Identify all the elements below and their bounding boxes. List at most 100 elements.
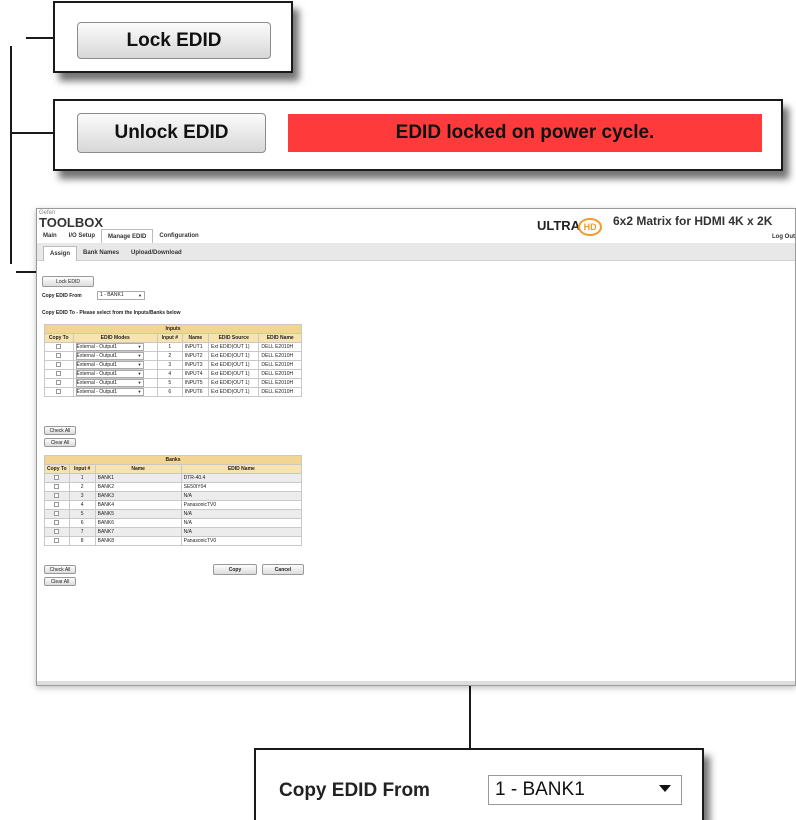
bank-edid-name: N/A — [180, 527, 303, 537]
bank-edid-name: PanasonicTV0 — [180, 500, 303, 510]
copy-edid-from-label: Copy EDID From — [279, 780, 430, 801]
edid-mode-cell: External - Output1 ▼ — [72, 342, 158, 352]
col-header: EDID Name — [180, 464, 303, 474]
copy-to-checkbox[interactable] — [56, 371, 62, 377]
copy-to-checkbox[interactable] — [54, 520, 60, 526]
copy-to-checkbox[interactable] — [54, 511, 60, 517]
inputs-check-all-button[interactable]: Check All — [44, 426, 76, 435]
copy-to-checkbox[interactable] — [54, 493, 60, 499]
tab-configuration[interactable]: Configuration — [153, 229, 204, 243]
bank-edid-name: DTR-40.4 — [180, 473, 303, 483]
copy-to-checkbox[interactable] — [54, 475, 60, 481]
copy-edid-from-select[interactable]: 1 - BANK1 — [488, 775, 682, 805]
edid-mode-cell: External - Output1 ▼ — [72, 360, 158, 370]
edid-name: DELL E2010H — [258, 342, 302, 352]
edid-source: Ext EDID(OUT 1) — [208, 342, 260, 352]
copy-to-checkbox[interactable] — [54, 502, 60, 508]
bank-number: 1 — [68, 473, 96, 483]
connector-line — [10, 132, 54, 134]
edid-mode-select[interactable]: External - Output1 ▼ — [75, 379, 144, 387]
edid-mode-value: External - Output1 — [76, 371, 118, 377]
copy-to-checkbox[interactable] — [54, 484, 60, 490]
banks-clear-all-button[interactable]: Clear All — [44, 577, 76, 586]
edid-mode-value: External - Output1 — [76, 389, 118, 395]
edid-source: Ext EDID(OUT 1) — [208, 387, 260, 397]
callout-copy-edid-from: Copy EDID From 1 - BANK1 — [254, 748, 704, 820]
copy-to-cell — [44, 518, 70, 528]
col-header: EDID Source — [208, 333, 260, 343]
copy-to-checkbox[interactable] — [56, 353, 62, 359]
unlock-edid-button[interactable]: Unlock EDID — [77, 113, 266, 153]
edid-mode-select[interactable]: External - Output1 ▼ — [75, 388, 144, 396]
edid-mode-cell: External - Output1 ▼ — [72, 387, 158, 397]
input-name: INPUT6 — [181, 387, 210, 397]
tab-main[interactable]: Main — [37, 229, 63, 243]
subtab-assign[interactable]: Assign — [43, 246, 78, 261]
copy-to-checkbox[interactable] — [56, 380, 62, 386]
horizontal-scrollbar[interactable] — [37, 681, 795, 685]
bank-name: BANK2 — [94, 482, 182, 492]
copy-to-checkbox[interactable] — [54, 529, 60, 535]
copy-to-cell — [44, 527, 70, 537]
toolbox-logo: TOOLBOX — [39, 215, 104, 230]
edid-name: DELL E2010H — [258, 369, 302, 379]
chevron-down-icon: ▼ — [137, 344, 142, 349]
banks-table: Banks Copy To Input # Name EDID Name 1 BA… — [44, 455, 303, 546]
inputs-caption: Inputs — [44, 324, 302, 334]
col-header: EDID Name — [258, 333, 302, 343]
input-number: 3 — [156, 360, 183, 370]
bank-edid-name: N/A — [180, 518, 303, 528]
table-row: External - Output1 ▼ 6 INPUT6 Ext EDID(OUT 1… — [44, 387, 302, 397]
col-header: EDID Modes — [72, 333, 158, 343]
banks-check-all-button[interactable]: Check All — [44, 565, 76, 574]
edid-locked-status-banner: EDID locked on power cycle. — [288, 114, 762, 152]
bank-name: BANK7 — [94, 527, 182, 537]
callout-lock-edid: Lock EDID — [53, 1, 293, 73]
copy-from-select[interactable]: 1 - BANK1 ▼ — [97, 291, 145, 300]
tab-io-setup[interactable]: I/O Setup — [63, 229, 101, 243]
edid-mode-cell: External - Output1 ▼ — [72, 378, 158, 388]
copy-to-checkbox[interactable] — [54, 538, 60, 544]
banks-caption: Banks — [44, 455, 302, 465]
edid-name: DELL E2010H — [258, 351, 302, 361]
lock-edid-small-button[interactable]: Lock EDID — [42, 276, 94, 287]
subtab-upload-download[interactable]: Upload/Download — [125, 246, 188, 261]
edid-mode-select[interactable]: External - Output1 ▼ — [75, 352, 144, 360]
copy-to-cell — [44, 351, 74, 361]
edid-mode-select[interactable]: External - Output1 ▼ — [75, 361, 144, 369]
col-header: Copy To — [44, 333, 74, 343]
bank-edid-name: SE50IY04 — [180, 482, 303, 492]
tab-manage-edid[interactable]: Manage EDID — [101, 229, 154, 243]
ultra-label: ULTRA — [537, 218, 581, 233]
copy-to-cell — [44, 500, 70, 510]
lock-edid-button[interactable]: Lock EDID — [77, 22, 271, 59]
bank-number: 3 — [68, 491, 96, 501]
copy-to-checkbox[interactable] — [56, 362, 62, 368]
input-number: 2 — [156, 351, 183, 361]
copy-to-checkbox[interactable] — [56, 344, 62, 350]
logout-link[interactable]: Log Out — [772, 234, 795, 240]
copy-to-checkbox[interactable] — [56, 389, 62, 395]
copy-button[interactable]: Copy — [213, 564, 257, 575]
edid-source: Ext EDID(OUT 1) — [208, 378, 260, 388]
col-header: Name — [181, 333, 210, 343]
table-row: External - Output1 ▼ 4 INPUT4 Ext EDID(OUT 1… — [44, 369, 302, 379]
bank-number: 8 — [68, 536, 96, 546]
bank-edid-name: N/A — [180, 491, 303, 501]
main-tabs: Main I/O Setup Manage EDID Configuration — [37, 229, 205, 243]
edid-mode-select[interactable]: External - Output1 ▼ — [75, 343, 144, 351]
col-header: Input # — [68, 464, 96, 474]
bank-name: BANK1 — [94, 473, 182, 483]
edid-mode-select[interactable]: External - Output1 ▼ — [75, 370, 144, 378]
toolbox-window: Gefen TOOLBOX ULTRA HD 6x2 Matrix for HDM… — [36, 208, 796, 686]
subtab-bank-names[interactable]: Bank Names — [77, 246, 125, 261]
edid-mode-cell: External - Output1 ▼ — [72, 351, 158, 361]
inputs-clear-all-button[interactable]: Clear All — [44, 438, 76, 447]
cancel-button[interactable]: Cancel — [262, 564, 304, 575]
table-row: 2 BANK2 SE50IY04 — [44, 482, 303, 492]
edid-source: Ext EDID(OUT 1) — [208, 369, 260, 379]
copy-to-cell — [44, 509, 70, 519]
copy-to-cell — [44, 482, 70, 492]
copy-from-label: Copy EDID From — [42, 293, 82, 299]
copy-to-cell — [44, 342, 74, 352]
